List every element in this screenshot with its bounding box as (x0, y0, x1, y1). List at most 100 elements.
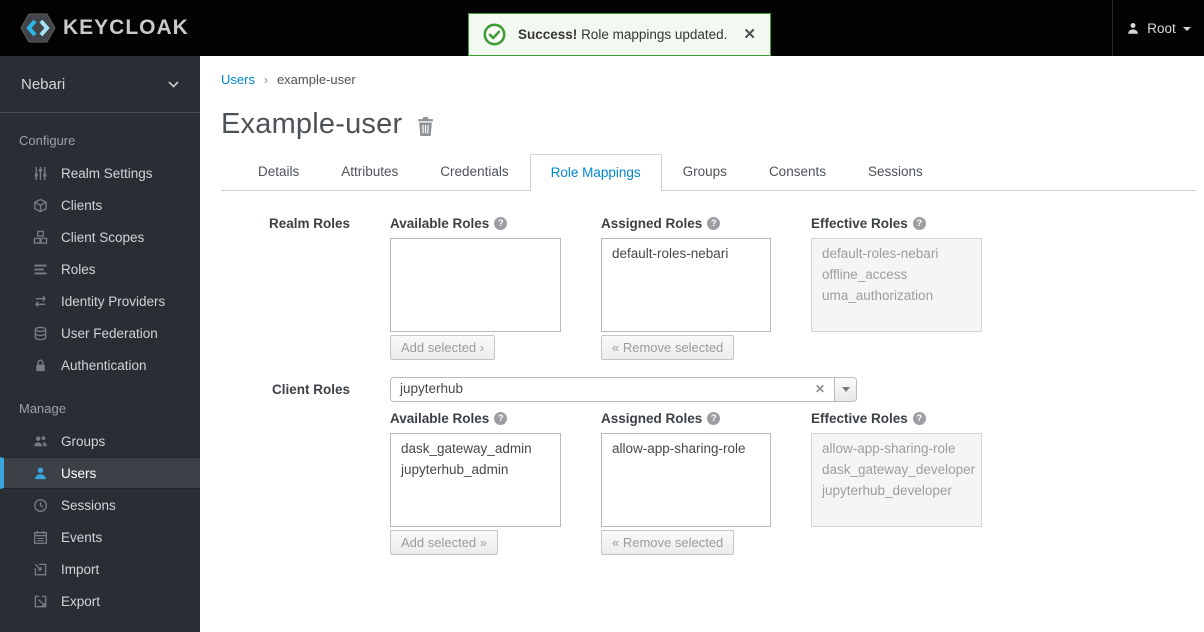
sliders-icon (33, 165, 49, 181)
client-remove-selected-button[interactable]: « Remove selected (601, 530, 735, 555)
tab-sessions[interactable]: Sessions (847, 154, 944, 190)
realm-available-column: Available Roles ? Add selected › (390, 215, 561, 360)
sidebar-item-import[interactable]: Import (0, 553, 200, 585)
client-available-listbox[interactable]: dask_gateway_admin jupyterhub_admin (390, 433, 561, 527)
client-roles-row: Client Roles jupyterhub ✕ Available Role… (221, 377, 1196, 555)
breadcrumb-separator: › (263, 72, 268, 87)
caret-down-icon (841, 387, 850, 392)
help-icon: ? (494, 217, 508, 230)
breadcrumb-users-link[interactable]: Users (221, 72, 255, 87)
sidebar-item-label: Clients (61, 197, 103, 213)
user-menu[interactable]: Root (1112, 0, 1204, 56)
tab-credentials[interactable]: Credentials (419, 154, 529, 190)
sidebar-item-clients[interactable]: Clients (0, 189, 200, 221)
sidebar-item-label: Realm Settings (61, 165, 153, 181)
tab-attributes[interactable]: Attributes (320, 154, 419, 190)
tab-details[interactable]: Details (237, 154, 320, 190)
realm-available-label: Available Roles ? (390, 215, 561, 232)
trash-icon (418, 116, 434, 136)
delete-user-button[interactable] (417, 116, 434, 136)
keycloak-logo[interactable]: KEYCLOAK (20, 12, 189, 44)
chevron-down-icon (1182, 27, 1191, 31)
user-name: Root (1147, 20, 1176, 36)
sidebar-item-label: User Federation (61, 325, 158, 341)
sidebar-item-label: Events (61, 529, 103, 545)
sidebar-item-roles[interactable]: Roles (0, 253, 200, 285)
role-option: default-roles-nebari (822, 246, 939, 261)
close-icon[interactable]: ✕ (743, 27, 756, 42)
alert-body: Role mappings updated. (581, 27, 728, 42)
role-option: offline_access (822, 267, 908, 282)
sidebar-item-users[interactable]: Users (0, 457, 200, 489)
lock-icon (33, 357, 49, 373)
users-icon (33, 433, 49, 449)
realm-effective-label: Effective Roles ? (811, 215, 982, 232)
title-row: Example-user (221, 108, 1196, 141)
client-available-label: Available Roles ? (390, 410, 561, 427)
sidebar-section-configure: Configure (19, 133, 76, 148)
help-icon: ? (912, 412, 926, 425)
sidebar-item-user-federation[interactable]: User Federation (0, 317, 200, 349)
client-assigned-listbox[interactable]: allow-app-sharing-role (601, 433, 771, 527)
database-icon (33, 325, 49, 341)
client-effective-label: Effective Roles ? (811, 410, 982, 427)
client-effective-column: Effective Roles ? allow-app-sharing-role… (811, 410, 982, 555)
brand-name: KEYCLOAK (63, 16, 189, 39)
role-option[interactable]: allow-app-sharing-role (602, 438, 770, 459)
realm-roles-columns: Available Roles ? Add selected › Assigne… (390, 215, 982, 360)
sidebar-item-groups[interactable]: Groups (0, 425, 200, 457)
sidebar: Nebari Configure Realm Settings Clients … (0, 56, 200, 632)
realm-assigned-listbox[interactable]: default-roles-nebari (601, 238, 771, 332)
realm-add-selected-button[interactable]: Add selected › (390, 335, 496, 360)
alert-message: Success! Role mappings updated. (518, 27, 727, 42)
calendar-icon (33, 529, 49, 545)
sidebar-item-sessions[interactable]: Sessions (0, 489, 200, 521)
help-icon: ? (912, 217, 926, 230)
sidebar-item-export[interactable]: Export (0, 585, 200, 617)
sidebar-item-label: Roles (61, 261, 96, 277)
exchange-arrows-icon (33, 293, 49, 309)
sidebar-item-realm-settings[interactable]: Realm Settings (0, 157, 200, 189)
tab-groups[interactable]: Groups (662, 154, 748, 190)
sidebar-item-label: Users (61, 465, 97, 481)
chevron-down-icon (168, 80, 179, 88)
realm-available-listbox[interactable] (390, 238, 561, 332)
realm-effective-listbox: default-roles-nebari offline_access uma_… (811, 238, 982, 332)
sidebar-item-events[interactable]: Events (0, 521, 200, 553)
role-option[interactable]: dask_gateway_admin (391, 438, 560, 459)
user-icon (33, 465, 49, 481)
help-icon: ? (494, 412, 508, 425)
success-alert: Success! Role mappings updated. ✕ (468, 13, 771, 56)
sidebar-item-authentication[interactable]: Authentication (0, 349, 200, 381)
main-content: Users › example-user Example-user Detail… (200, 56, 1204, 632)
sidebar-item-label: Sessions (61, 497, 116, 513)
clear-icon[interactable]: ✕ (806, 378, 834, 401)
client-roles-columns: Available Roles ? dask_gateway_admin jup… (390, 410, 982, 555)
role-option: jupyterhub_developer (822, 483, 952, 498)
keycloak-hexagon-icon (20, 13, 56, 43)
breadcrumb-current: example-user (276, 72, 356, 87)
role-mappings-form: Realm Roles Available Roles ? Add select… (221, 215, 1196, 555)
import-icon (33, 561, 49, 577)
cube-icon (33, 197, 49, 213)
page-title: Example-user (221, 108, 403, 140)
help-icon: ? (707, 217, 721, 230)
role-option[interactable]: jupyterhub_admin (391, 459, 560, 480)
export-icon (33, 593, 49, 609)
realm-assigned-label: Assigned Roles ? (601, 215, 771, 232)
sidebar-item-label: Groups (61, 433, 106, 449)
sidebar-item-client-scopes[interactable]: Client Scopes (0, 221, 200, 253)
sidebar-item-label: Authentication (61, 357, 147, 373)
client-add-selected-button[interactable]: Add selected » (390, 530, 499, 555)
realm-remove-selected-button[interactable]: « Remove selected (601, 335, 735, 360)
sidebar-item-label: Client Scopes (61, 229, 145, 245)
tab-role-mappings[interactable]: Role Mappings (529, 154, 662, 191)
realm-selector[interactable]: Nebari (0, 56, 200, 113)
tab-consents[interactable]: Consents (748, 154, 847, 190)
client-assigned-label: Assigned Roles ? (601, 410, 771, 427)
client-select[interactable]: jupyterhub ✕ (390, 377, 857, 402)
role-option[interactable]: default-roles-nebari (602, 243, 770, 264)
select-dropdown-button[interactable] (834, 378, 856, 401)
sidebar-item-identity-providers[interactable]: Identity Providers (0, 285, 200, 317)
client-assigned-column: Assigned Roles ? allow-app-sharing-role … (601, 410, 771, 555)
